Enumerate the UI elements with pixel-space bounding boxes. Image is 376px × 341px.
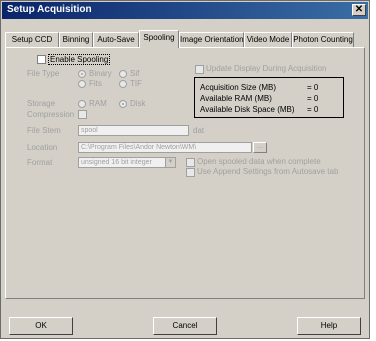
location-label: Location: [27, 143, 58, 152]
storage-label: Storage: [27, 99, 56, 108]
file-type-binary-label: Binary: [89, 69, 112, 78]
file-type-fits-label: Fits: [89, 79, 102, 88]
enable-spooling-label: Enable Spooling: [48, 54, 111, 65]
tab-spooling[interactable]: Spooling: [139, 30, 179, 48]
available-ram-label: Available RAM (MB): [200, 94, 272, 103]
file-type-sif-label: Sif: [130, 69, 140, 78]
storage-ram-label: RAM: [89, 99, 107, 108]
tab-image-orientation[interactable]: Image Orientation: [179, 32, 244, 47]
title-bar[interactable]: Setup Acquisition ✕: [2, 2, 368, 19]
file-type-tif-label: TIF: [130, 79, 142, 88]
use-append-checkbox[interactable]: [186, 168, 195, 177]
storage-ram-radio[interactable]: [78, 100, 86, 108]
tab-setup-ccd[interactable]: Setup CCD: [5, 32, 59, 47]
file-type-fits-radio[interactable]: [78, 80, 86, 88]
file-type-sif-radio[interactable]: [119, 70, 127, 78]
available-disk-label: Available Disk Space (MB): [200, 105, 295, 114]
acquisition-size-value: = 0: [307, 83, 319, 92]
tab-binning[interactable]: Binning: [59, 32, 93, 47]
file-stem-label: File Stem: [27, 126, 61, 135]
use-append-label: Use Append Settings from Autosave tab: [197, 167, 339, 176]
chevron-down-icon[interactable]: ▼: [165, 157, 176, 168]
compression-label: Compression: [27, 110, 75, 119]
update-display-label: Update Display During Acquisition: [206, 64, 327, 73]
file-ext-label: dat: [193, 126, 205, 135]
tab-video-mode[interactable]: Video Mode: [244, 32, 292, 47]
space-info-box: Acquisition Size (MB) = 0 Available RAM …: [194, 77, 344, 118]
open-spooled-checkbox[interactable]: [186, 158, 195, 167]
browse-button[interactable]: ...: [253, 142, 267, 153]
format-select[interactable]: unsigned 16 bit integer: [78, 157, 166, 168]
location-input[interactable]: C:\Program Files\Andor Newton\WM\: [78, 142, 252, 153]
close-icon[interactable]: ✕: [352, 4, 366, 16]
help-button[interactable]: Help: [297, 317, 361, 335]
tab-auto-save[interactable]: Auto-Save: [93, 32, 139, 47]
update-display-checkbox[interactable]: [195, 65, 204, 74]
cancel-button[interactable]: Cancel: [153, 317, 217, 335]
file-stem-input[interactable]: spool: [78, 125, 189, 136]
tab-photon-counting[interactable]: Photon Counting: [292, 32, 354, 47]
window-title: Setup Acquisition: [7, 4, 92, 15]
acquisition-size-label: Acquisition Size (MB): [200, 83, 277, 92]
enable-spooling-checkbox[interactable]: [37, 55, 46, 64]
format-label: Format: [27, 158, 53, 167]
available-ram-value: = 0: [307, 94, 319, 103]
file-type-label: File Type: [27, 69, 60, 78]
available-disk-value: = 0: [307, 105, 319, 114]
storage-disk-label: Disk: [130, 99, 146, 108]
file-type-tif-radio[interactable]: [119, 80, 127, 88]
storage-disk-radio[interactable]: [119, 100, 127, 108]
open-spooled-label: Open spooled data when complete: [197, 157, 321, 166]
compression-checkbox[interactable]: [78, 110, 87, 119]
file-type-binary-radio[interactable]: [78, 70, 86, 78]
setup-acquisition-dialog: Setup Acquisition ✕ Setup CCD Binning Au…: [0, 0, 370, 339]
ok-button[interactable]: OK: [9, 317, 73, 335]
